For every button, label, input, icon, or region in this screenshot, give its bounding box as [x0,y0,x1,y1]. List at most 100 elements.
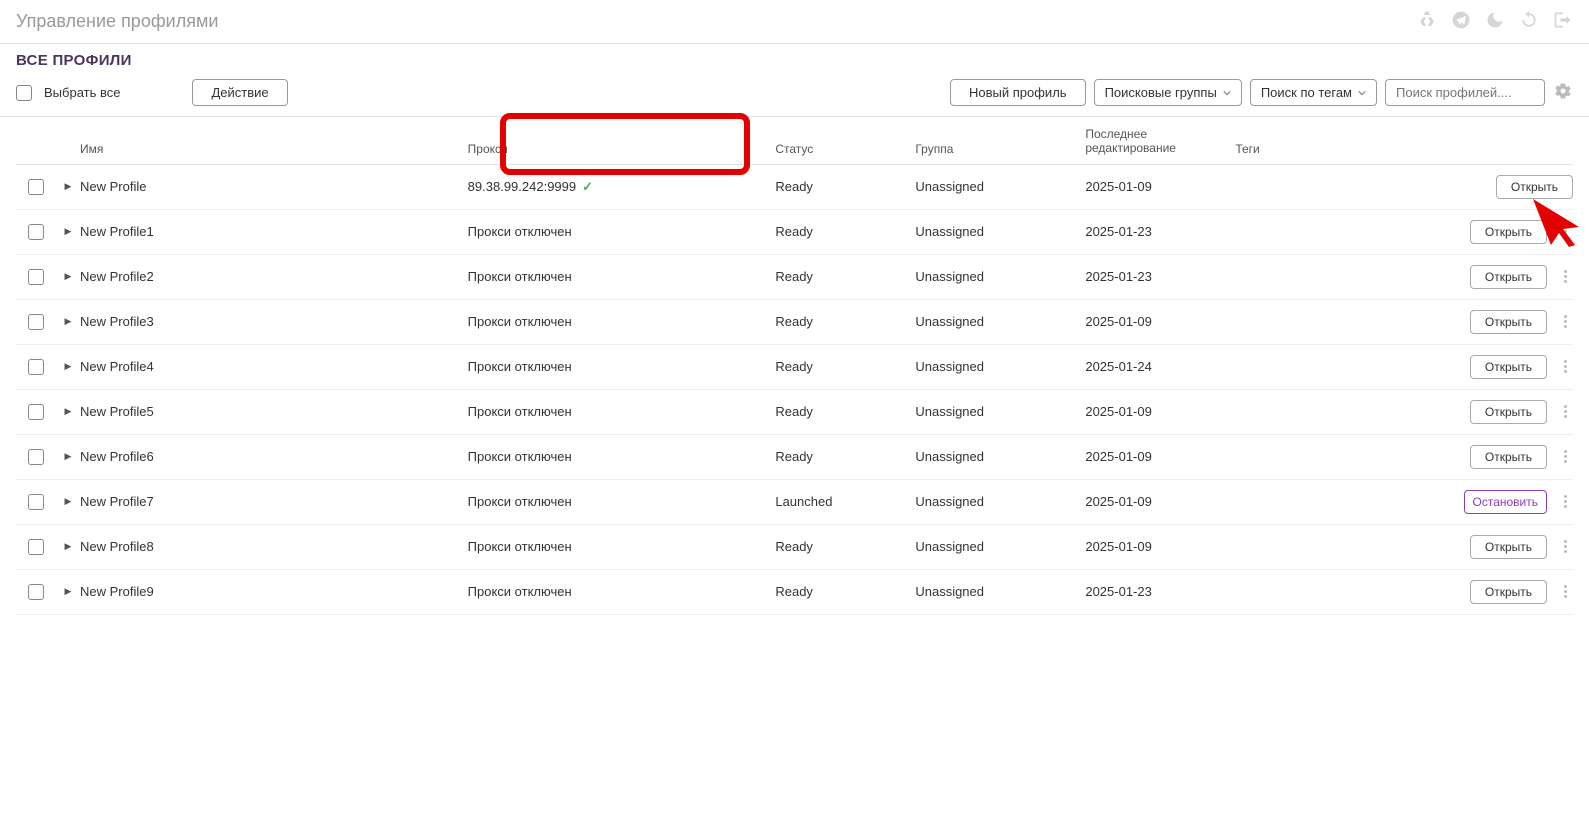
last-edit-cell: 2025-01-23 [1085,224,1235,239]
profile-name[interactable]: New Profile1 [80,224,468,239]
row-checkbox[interactable] [28,314,44,330]
expand-caret-icon[interactable]: ▶ [65,361,72,372]
expand-caret-icon[interactable]: ▶ [65,406,72,417]
chevron-down-icon [1358,89,1366,97]
row-checkbox[interactable] [28,539,44,555]
table-row: ▶New Profile8Прокси отключенReadyUnassig… [16,525,1573,570]
last-edit-cell: 2025-01-09 [1085,314,1235,329]
telegram-icon[interactable] [1451,10,1471,33]
open-button[interactable]: Открыть [1470,445,1547,469]
last-edit-cell: 2025-01-09 [1085,539,1235,554]
select-all-checkbox[interactable] [16,85,32,101]
row-checkbox[interactable] [28,224,44,240]
group-cell: Unassigned [915,584,1085,599]
group-cell: Unassigned [915,449,1085,464]
search-tags-label: Поиск по тегам [1261,85,1352,100]
status-cell: Ready [775,449,915,464]
kebab-menu-icon[interactable] [1553,495,1573,508]
open-button[interactable]: Открыть [1470,355,1547,379]
group-cell: Unassigned [915,224,1085,239]
proxy-cell: 89.38.99.242:9999✓ [468,179,776,195]
proxy-text: 89.38.99.242:9999 [468,179,576,194]
table-header-row: Имя Прокси Статус Группа Последнее редак… [16,117,1573,165]
kebab-menu-icon[interactable] [1553,360,1573,373]
row-checkbox[interactable] [28,359,44,375]
row-checkbox[interactable] [28,179,44,195]
expand-caret-icon[interactable]: ▶ [65,586,72,597]
profile-name[interactable]: New Profile7 [80,494,468,509]
status-cell: Ready [775,359,915,374]
expand-caret-icon[interactable]: ▶ [65,316,72,327]
profile-name[interactable]: New Profile8 [80,539,468,554]
moon-icon[interactable] [1485,10,1505,33]
expand-caret-icon[interactable]: ▶ [65,451,72,462]
kebab-menu-icon[interactable] [1553,225,1573,238]
page-title: Управление профилями [16,11,218,32]
refresh-icon[interactable] [1519,10,1539,33]
status-cell: Launched [775,494,915,509]
proxy-text: Прокси отключен [468,314,572,329]
search-tags-dropdown[interactable]: Поиск по тегам [1250,79,1377,106]
recycle-icon[interactable] [1417,10,1437,33]
table-row: ▶New Profile4Прокси отключенReadyUnassig… [16,345,1573,390]
profile-name[interactable]: New Profile3 [80,314,468,329]
status-cell: Ready [775,539,915,554]
expand-caret-icon[interactable]: ▶ [65,496,72,507]
profile-name[interactable]: New Profile5 [80,404,468,419]
action-button[interactable]: Действие [192,79,287,106]
proxy-cell: Прокси отключен [468,539,776,554]
row-checkbox[interactable] [28,584,44,600]
open-button[interactable]: Открыть [1470,310,1547,334]
last-edit-cell: 2025-01-23 [1085,269,1235,284]
new-profile-button[interactable]: Новый профиль [950,79,1086,106]
kebab-menu-icon[interactable] [1553,315,1573,328]
proxy-text: Прокси отключен [468,539,572,554]
expand-caret-icon[interactable]: ▶ [65,181,72,192]
table-row: ▶ New Profile6Прокси отключен ReadyUnassig… [16,435,1573,480]
proxy-cell: Прокси отключен [468,404,776,419]
profile-name[interactable]: New Profile2 [80,269,468,284]
row-checkbox[interactable] [28,269,44,285]
expand-caret-icon[interactable]: ▶ [65,271,72,282]
status-cell: Ready [775,314,915,329]
gear-icon[interactable] [1553,81,1573,104]
group-cell: Unassigned [915,314,1085,329]
kebab-menu-icon[interactable] [1553,540,1573,553]
kebab-menu-icon[interactable] [1553,270,1573,283]
group-cell: Unassigned [915,359,1085,374]
select-all-label: Выбрать все [44,85,120,100]
group-cell: Unassigned [915,494,1085,509]
open-button[interactable]: Открыть [1470,220,1547,244]
row-checkbox[interactable] [28,404,44,420]
row-checkbox[interactable] [28,494,44,510]
profile-name[interactable]: New Profile [80,179,468,194]
profile-name[interactable]: New Profile4 [80,359,468,374]
open-button[interactable]: Открыть [1470,400,1547,424]
proxy-text: Прокси отключен [468,449,572,464]
search-groups-dropdown[interactable]: Поисковые группы [1094,79,1242,106]
open-button[interactable]: Открыть [1496,175,1573,199]
logout-icon[interactable] [1553,10,1573,33]
profile-name[interactable]: New Profile9 [80,584,468,599]
expand-caret-icon[interactable]: ▶ [65,541,72,552]
kebab-menu-icon[interactable] [1553,405,1573,418]
profile-name[interactable]: New Profile6 [80,449,468,464]
expand-caret-icon[interactable]: ▶ [65,226,72,237]
group-cell: Unassigned [915,179,1085,194]
proxy-cell: Прокси отключен [468,494,776,509]
stop-button[interactable]: Остановить [1464,490,1548,514]
row-checkbox[interactable] [28,449,44,465]
proxy-text: Прокси отключен [468,269,572,284]
kebab-menu-icon[interactable] [1553,585,1573,598]
open-button[interactable]: Открыть [1470,265,1547,289]
last-edit-cell: 2025-01-09 [1085,494,1235,509]
group-cell: Unassigned [915,269,1085,284]
header-icons [1417,10,1573,33]
proxy-text: Прокси отключен [468,224,572,239]
open-button[interactable]: Открыть [1470,535,1547,559]
table-row: ▶New Profile89.38.99.242:9999✓ReadyUnass… [16,165,1573,210]
open-button[interactable]: Открыть [1470,580,1547,604]
kebab-menu-icon[interactable] [1553,450,1573,463]
col-tags: Теги [1235,142,1463,156]
search-profiles-input[interactable] [1385,79,1545,106]
